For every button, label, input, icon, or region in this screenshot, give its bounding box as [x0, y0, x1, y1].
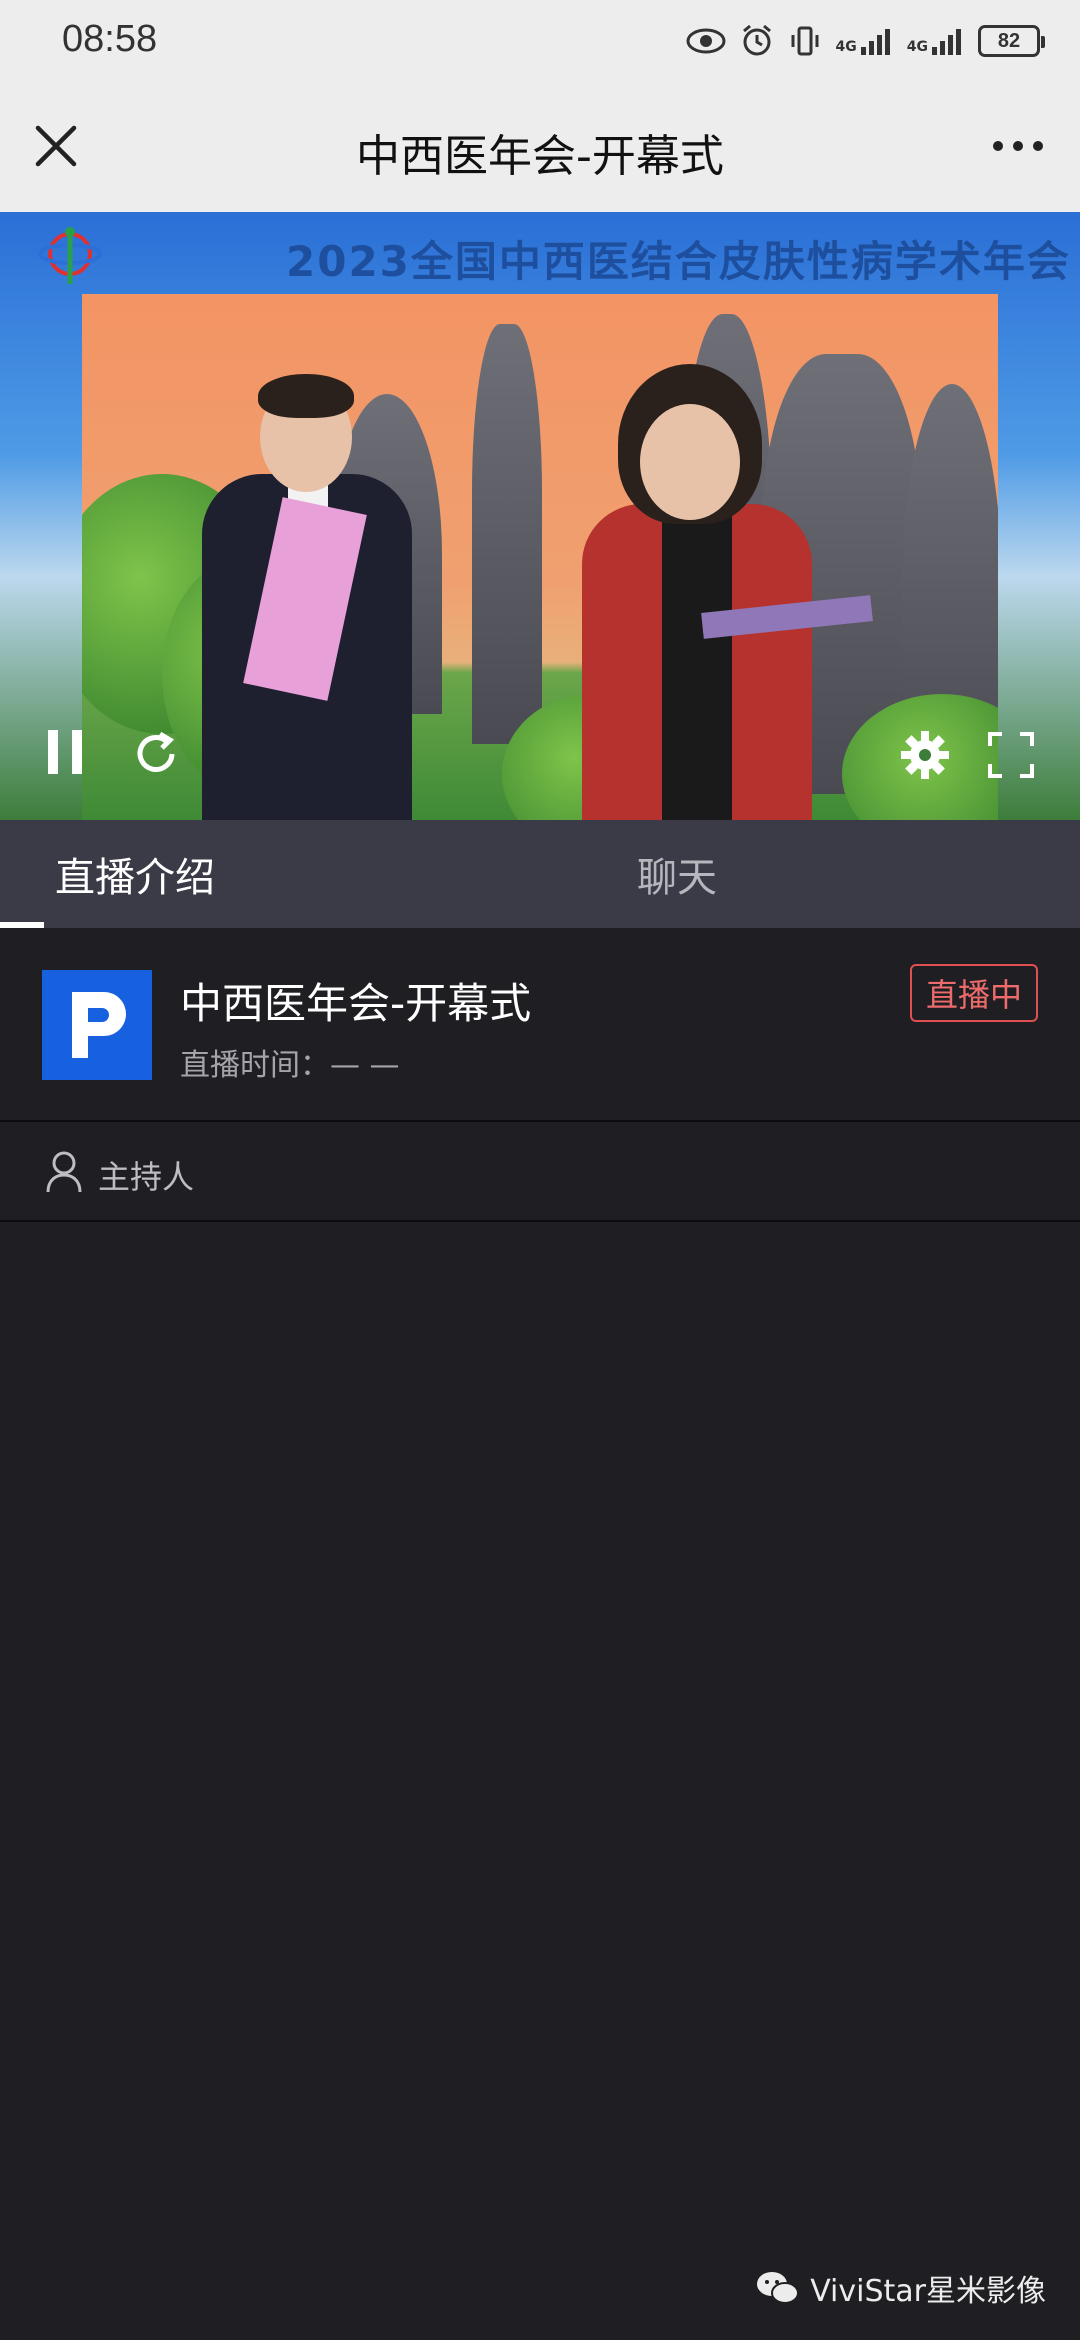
live-info-card: 中西医年会-开幕式 直播时间：— — 直播中	[0, 928, 1080, 1122]
network-type-label: 4G	[906, 39, 928, 55]
network-4g-2: 4G	[907, 27, 964, 55]
page-title: 中西医年会-开幕式	[356, 131, 724, 182]
person-icon	[46, 1151, 82, 1193]
host-man	[202, 334, 422, 820]
host-row: 主持人	[0, 1124, 1080, 1222]
live-time: 直播时间：— —	[180, 1040, 400, 1084]
face	[640, 404, 740, 520]
status-time: 08:58	[62, 18, 158, 60]
channel-avatar	[42, 970, 152, 1080]
conference-logo	[38, 227, 102, 284]
network-4g-1: 4G	[836, 27, 893, 55]
pause-icon[interactable]	[44, 726, 88, 778]
tab-live-intro[interactable]: 直播介绍	[0, 820, 540, 928]
signal-icon	[860, 29, 890, 55]
tab-label: 聊天	[637, 855, 717, 901]
video-player[interactable]: 2023全国中西医结合皮肤性病学术年会	[0, 212, 1080, 820]
wechat-icon	[757, 2272, 800, 2304]
tab-bar: 直播介绍 聊天	[0, 820, 1080, 928]
status-icons: 4G 4G 82	[686, 20, 1045, 62]
watermark: ViviStar星米影像	[756, 2266, 1046, 2310]
alarm-icon	[742, 24, 771, 56]
nav-bar: 中西医年会-开幕式	[0, 82, 1080, 212]
refresh-icon[interactable]	[130, 728, 182, 780]
watermark-text: ViviStar星米影像	[810, 2274, 1046, 2309]
signal-icon	[932, 29, 961, 55]
live-time-value: — —	[330, 1048, 400, 1083]
status-badge: 直播中	[909, 964, 1038, 1022]
status-bar: 08:58 4G 4G 82	[0, 0, 1080, 82]
hair	[258, 374, 354, 418]
stone-forest-rock	[472, 324, 542, 744]
black-top	[662, 514, 732, 820]
fullscreen-icon[interactable]	[986, 730, 1036, 780]
more-icon[interactable]	[986, 118, 1050, 174]
eye-icon	[686, 28, 726, 54]
battery-indicator: 82	[978, 25, 1045, 57]
tab-label: 直播介绍	[55, 855, 215, 901]
host-label: 主持人	[98, 1158, 195, 1196]
vibrate-icon	[791, 26, 819, 56]
network-type-label: 4G	[835, 39, 857, 55]
host-woman	[582, 364, 873, 820]
live-time-label: 直播时间：	[180, 1048, 330, 1083]
conference-banner: 2023全国中西医结合皮肤性病学术年会	[286, 237, 1071, 286]
stage-screen	[82, 294, 998, 820]
gear-icon[interactable]	[898, 728, 952, 782]
live-title: 中西医年会-开幕式	[180, 979, 532, 1028]
tab-chat[interactable]: 聊天	[540, 820, 1080, 928]
